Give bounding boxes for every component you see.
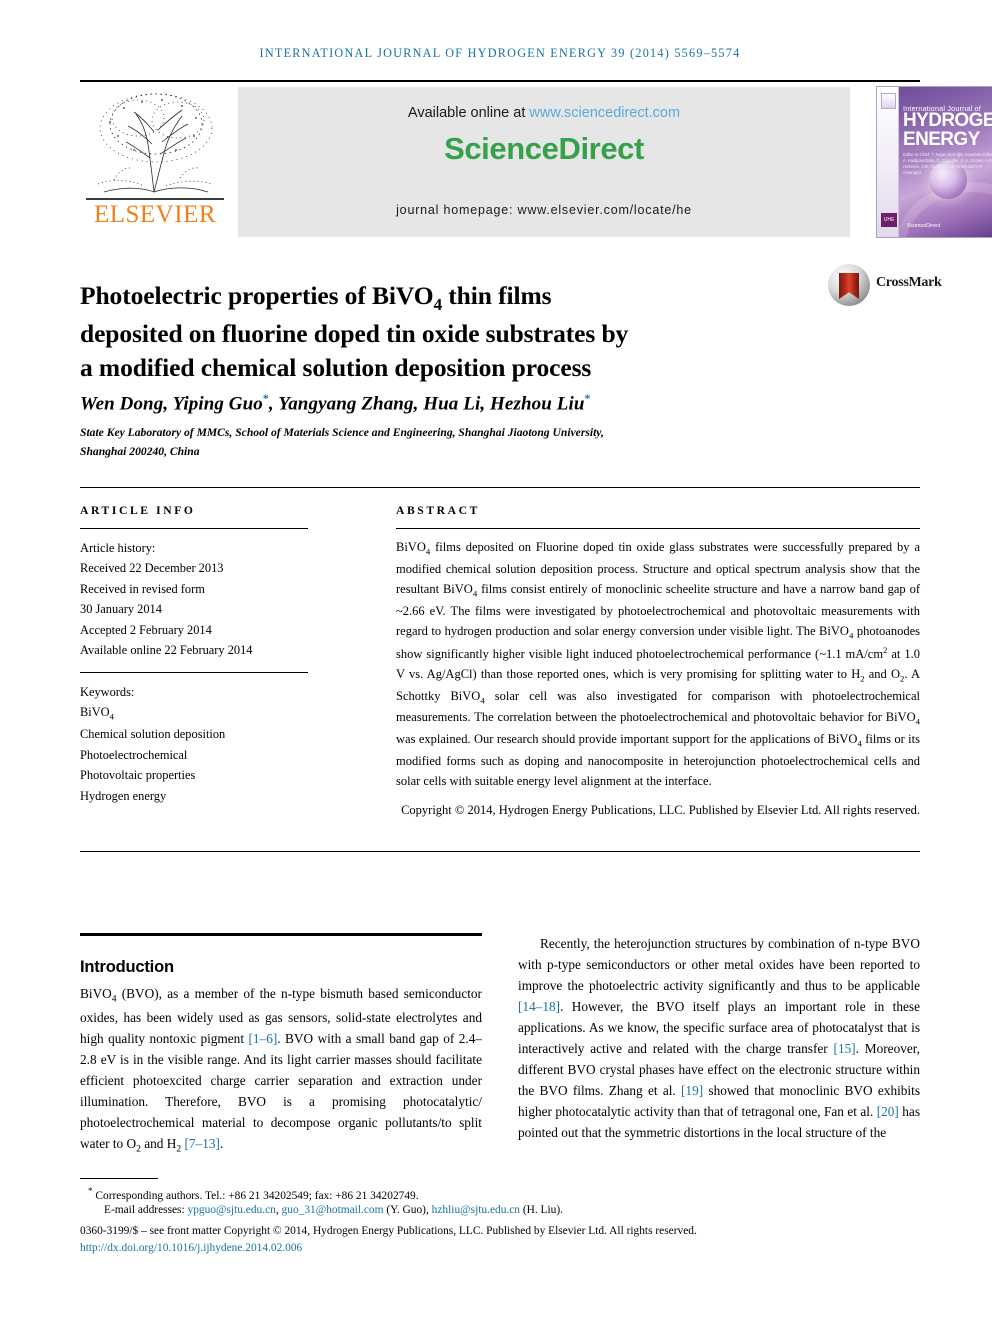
header-top-rule <box>80 80 920 82</box>
introduction-rule <box>80 933 482 937</box>
cover-sciencedirect-mark: ScienceDirect <box>907 223 941 229</box>
doi-link[interactable]: http://dx.doi.org/10.1016/j.ijhydene.201… <box>80 1242 302 1254</box>
publisher-header: ELSEVIER Available online at www.science… <box>80 86 992 238</box>
title-line1-suffix: thin films <box>442 281 552 311</box>
keywords-list: Keywords: BiVO4 Chemical solution deposi… <box>80 682 310 806</box>
abstract-body: BiVO4 films deposited on Fluorine doped … <box>396 540 920 788</box>
keyword-item: Hydrogen energy <box>80 788 167 803</box>
abstract-heading: ABSTRACT <box>396 504 480 517</box>
affiliation: State Key Laboratory of MMCs, School of … <box>80 424 680 462</box>
corresponding-marker-2[interactable]: * <box>585 392 591 405</box>
author-list: Wen Dong, Yiping Guo *, Yangyang Zhang, H… <box>80 392 920 415</box>
sciencedirect-banner: Available online at www.sciencedirect.co… <box>238 87 850 237</box>
introduction-heading: Introduction <box>80 957 174 976</box>
history-item: Received 22 December 2013 <box>80 561 224 576</box>
journal-article-page: INTERNATIONAL JOURNAL OF HYDROGEN ENERGY… <box>0 0 992 1323</box>
title-line2: deposited on fluorine doped tin oxide su… <box>80 318 629 348</box>
journal-homepage-text[interactable]: journal homepage: www.elsevier.com/locat… <box>238 203 850 217</box>
sciencedirect-url-link[interactable]: www.sciencedirect.com <box>529 105 680 121</box>
keyword-item: Photovoltaic properties <box>80 768 196 783</box>
journal-cover-thumbnail[interactable]: International Journal of HYDROGEN ENERGY… <box>876 86 992 238</box>
elsevier-ground-rule <box>86 198 224 200</box>
crossmark-book-icon <box>839 273 859 299</box>
article-info-heading: ARTICLE INFO <box>80 504 196 517</box>
author-names-part1: Wen Dong, Yiping Guo <box>80 393 263 415</box>
history-item: Received in revised form <box>80 581 205 596</box>
keywords-label: Keywords: <box>80 685 135 699</box>
info-abstract-top-rule <box>80 487 920 489</box>
crossmark-label: CrossMark <box>876 275 942 290</box>
history-item: Available online 22 February 2014 <box>80 643 253 658</box>
elsevier-logo[interactable]: ELSEVIER <box>80 86 230 238</box>
cover-editors: Editor-in-Chief: T. Nejat Veziroğlu Asso… <box>903 152 992 176</box>
history-keywords-divider <box>80 672 308 674</box>
abstract-copyright: Copyright © 2014, Hydrogen Energy Public… <box>401 803 920 817</box>
page-title: Photoelectric properties of BiVO4 thin f… <box>80 279 760 386</box>
author-names-part2: , Yangyang Zhang, Hua Li, Hezhou Liu <box>268 393 585 415</box>
issn-copyright-line: 0360-3199/$ – see front matter Copyright… <box>80 1225 697 1237</box>
title-subscript: 4 <box>433 295 443 315</box>
elsevier-wordmark: ELSEVIER <box>93 201 217 228</box>
history-item: Accepted 2 February 2014 <box>80 622 212 637</box>
introduction-column-right: Recently, the heterojunction structures … <box>518 936 920 1140</box>
history-item: 30 January 2014 <box>80 602 162 617</box>
footnote-rule <box>80 1178 158 1180</box>
sciencedirect-logo[interactable]: ScienceDirect <box>238 131 850 167</box>
affiliation-line1: State Key Laboratory of MMCs, School of … <box>80 426 604 439</box>
available-online-text: Available online at www.sciencedirect.co… <box>238 105 850 121</box>
email-addresses-note[interactable]: E-mail addresses: ypguo@sjtu.edu.cn, guo… <box>104 1201 944 1219</box>
affiliation-line2: Shanghai 200240, China <box>80 444 200 458</box>
crossmark-circle-icon <box>828 264 870 306</box>
elsevier-tree-icon <box>84 88 226 200</box>
title-line1-prefix: Photoelectric properties of BiVO <box>80 281 434 311</box>
article-history: Article history: Received 22 December 20… <box>80 538 310 661</box>
cover-publisher-badge-icon <box>881 93 896 109</box>
introduction-column-left: BiVO4 (BVO), as a member of the n-type b… <box>80 986 482 1155</box>
keyword-item: BiVO4 <box>80 705 114 722</box>
article-info-underrule <box>80 528 308 530</box>
available-online-label: Available online at <box>407 105 530 121</box>
keyword-item: Photoelectrochemical <box>80 747 188 762</box>
title-line3: a modified chemical solution deposition … <box>80 353 592 383</box>
running-head: INTERNATIONAL JOURNAL OF HYDROGEN ENERGY… <box>259 46 741 60</box>
doi-line[interactable]: http://dx.doi.org/10.1016/j.ijhydene.201… <box>80 1239 930 1257</box>
cover-ihe-badge: IJHE <box>881 213 897 227</box>
crossmark-badge[interactable]: CrossMark <box>828 262 942 310</box>
article-history-label: Article history: <box>80 541 156 555</box>
cover-title-line1: HYDROGEN <box>903 110 992 131</box>
info-abstract-bottom-rule <box>80 851 920 853</box>
keyword-item: Chemical solution deposition <box>80 727 226 742</box>
abstract-underrule <box>396 528 920 530</box>
cover-title-line2: ENERGY <box>903 129 980 150</box>
